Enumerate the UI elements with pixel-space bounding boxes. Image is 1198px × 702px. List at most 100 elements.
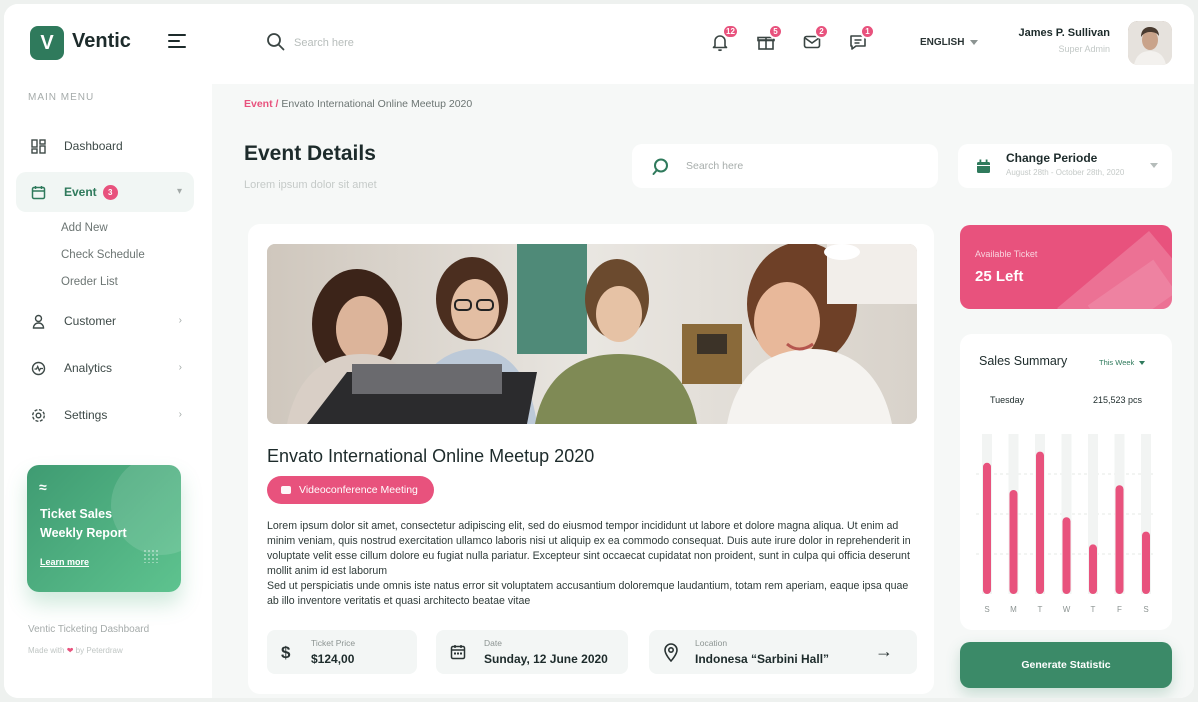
chart-bar[interactable]: [1062, 517, 1071, 594]
top-bar: V Ventic 12 5: [4, 4, 1194, 84]
calendar-icon: [450, 645, 466, 660]
event-photo: [267, 244, 917, 424]
sidebar-item-dashboard[interactable]: Dashboard: [16, 126, 194, 166]
chart-x-tick-label: T: [1091, 605, 1096, 614]
chart-x-tick-label: S: [1143, 605, 1148, 614]
periode-title: Change Periode: [1006, 151, 1098, 165]
user-role: Super Admin: [1058, 44, 1110, 54]
gift-count-badge: 5: [768, 24, 783, 39]
sidebar-subitem-order-list[interactable]: Oreder List: [61, 276, 118, 288]
event-description: Lorem ipsum dolor sit amet, consectetur …: [267, 519, 917, 609]
main-search-box: [632, 144, 938, 188]
sidebar-item-label: Dashboard: [64, 139, 123, 153]
generate-statistic-button[interactable]: Generate Statistic: [960, 642, 1172, 688]
sales-bar-chart: SMTWTFS: [976, 434, 1156, 614]
footer-title: Ventic Ticketing Dashboard: [28, 624, 150, 635]
chart-bar[interactable]: [1036, 451, 1044, 594]
app-window: V Ventic 12 5: [4, 4, 1194, 698]
chevron-right-icon: ›: [178, 409, 182, 420]
dashboard-icon: [30, 138, 46, 154]
event-photo-illustration: [267, 244, 917, 424]
available-ticket-label: Available Ticket: [975, 249, 1038, 259]
date-box: Date Sunday, 12 June 2020: [436, 630, 628, 674]
learn-more-link[interactable]: Learn more: [40, 557, 89, 567]
date-value: Sunday, 12 June 2020: [484, 652, 608, 666]
available-ticket-value: 25 Left: [975, 268, 1024, 285]
location-pin-icon: [664, 643, 678, 662]
chart-bar[interactable]: [1009, 490, 1018, 594]
chart-bar[interactable]: [1142, 531, 1150, 594]
event-count-badge: 3: [102, 184, 118, 200]
gear-icon: [30, 407, 46, 423]
periode-range: August 28th - October 28th, 2020: [1006, 168, 1125, 177]
event-type-label: Videoconference Meeting: [299, 484, 418, 496]
location-box: Location Indonesa “Sarbini Hall” →: [649, 630, 917, 674]
arrow-right-icon[interactable]: →: [875, 641, 893, 662]
sidebar-item-label: Event: [64, 185, 97, 199]
chart-bar[interactable]: [1115, 485, 1124, 594]
sidebar-item-analytics[interactable]: Analytics ›: [16, 348, 194, 388]
change-periode-dropdown[interactable]: Change Periode August 28th - October 28t…: [958, 144, 1172, 188]
chart-x-tick-label: S: [984, 605, 989, 614]
language-label: ENGLISH: [920, 37, 965, 48]
analytics-icon: [30, 360, 46, 376]
main-search-input[interactable]: [686, 156, 916, 176]
avatar-photo: [1128, 21, 1172, 65]
brand-name: Ventic: [72, 30, 131, 52]
main-content: Event / Envato International Online Meet…: [212, 84, 1194, 698]
chart-x-tick-label: F: [1117, 605, 1122, 614]
sidebar: MAIN MENU Dashboard Event 3 ▾ Add New Ch…: [4, 84, 212, 698]
promo-card: ≈ Ticket Sales Weekly Report Learn more: [27, 465, 181, 592]
video-icon: [281, 486, 291, 494]
ticket-price-label: Ticket Price: [311, 638, 356, 648]
mail-button[interactable]: 2: [802, 24, 829, 56]
sidebar-item-label: Analytics: [64, 361, 113, 375]
notification-count-badge: 12: [722, 24, 739, 39]
calendar-icon: [30, 184, 46, 200]
chat-count-badge: 1: [860, 24, 875, 39]
event-title: Envato International Online Meetup 2020: [267, 446, 595, 466]
footer-made-prefix: Made with: [28, 646, 65, 655]
footer-made-suffix: by Peterdraw: [75, 646, 123, 655]
chevron-down-icon: [1150, 163, 1158, 168]
avatar[interactable]: [1128, 21, 1172, 65]
available-ticket-card: Available Ticket 25 Left: [960, 225, 1172, 309]
promo-title-line1: Ticket Sales: [40, 507, 113, 521]
event-type-tag[interactable]: Videoconference Meeting: [267, 476, 434, 504]
sidebar-item-event[interactable]: Event 3 ▾: [16, 172, 194, 212]
user-icon: [30, 313, 46, 329]
menu-toggle-icon[interactable]: [168, 34, 186, 48]
breadcrumb: Event / Envato International Online Meet…: [244, 98, 472, 110]
gift-button[interactable]: 5: [756, 24, 783, 56]
location-label: Location: [695, 638, 728, 648]
chevron-down-icon: [970, 39, 979, 45]
breadcrumb-event-link[interactable]: Event /: [244, 98, 278, 110]
sidebar-subitem-add-new[interactable]: Add New: [61, 222, 108, 234]
user-name: James P. Sullivan: [1018, 27, 1110, 39]
promo-title: Ticket Sales Weekly Report: [40, 505, 127, 543]
chevron-right-icon: ›: [178, 315, 182, 326]
sidebar-subitem-check-schedule[interactable]: Check Schedule: [61, 249, 145, 261]
event-description-p2: Sed ut perspiciatis unde omnis iste natu…: [267, 580, 909, 607]
page-title: Event Details: [244, 142, 376, 165]
chart-bar[interactable]: [983, 462, 991, 594]
sidebar-item-label: Settings: [64, 408, 108, 422]
sidebar-item-settings[interactable]: Settings ›: [16, 395, 194, 435]
chevron-right-icon: ›: [178, 362, 182, 373]
chat-button[interactable]: 1: [848, 24, 875, 56]
chart-x-tick-label: T: [1038, 605, 1043, 614]
chart-bar[interactable]: [1089, 544, 1097, 594]
sidebar-item-customer[interactable]: Customer ›: [16, 301, 194, 341]
logo-icon: V: [30, 26, 64, 60]
mail-count-badge: 2: [814, 24, 829, 39]
footer-credit: Made with ❤ by Peterdraw: [28, 646, 123, 655]
language-select[interactable]: ENGLISH: [920, 37, 979, 48]
menu-title: MAIN MENU: [28, 92, 95, 103]
notification-bell-button[interactable]: 12: [710, 24, 739, 56]
ticket-price-value: $124,00: [311, 652, 355, 666]
heart-icon: ❤: [66, 646, 74, 655]
chart-x-tick-label: M: [1010, 605, 1017, 614]
top-search-input[interactable]: [294, 32, 514, 54]
dollar-icon: $: [281, 643, 291, 662]
chevron-down-icon: ▾: [176, 186, 182, 197]
